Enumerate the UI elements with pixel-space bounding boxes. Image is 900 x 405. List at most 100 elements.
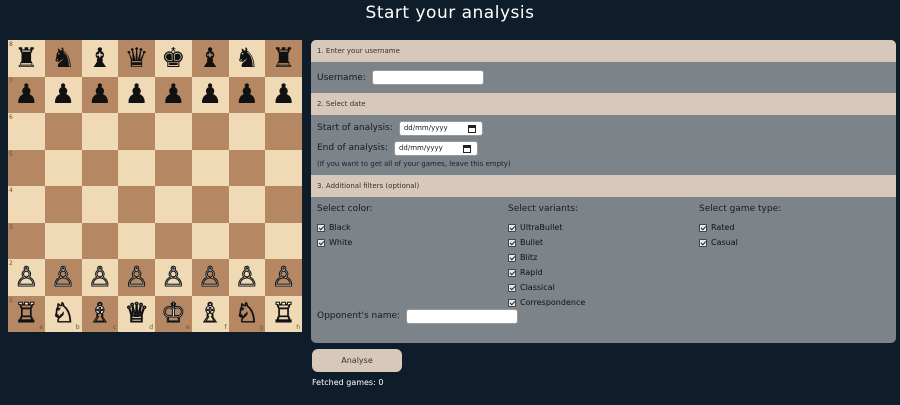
square-a4[interactable]: 4 [8, 186, 45, 223]
square-b2[interactable]: ♙ [44, 259, 82, 296]
square-f8[interactable]: ♝ [191, 40, 229, 77]
chess-piece[interactable]: ♙ [271, 263, 296, 291]
square-f4[interactable] [191, 186, 229, 223]
square-f7[interactable]: ♟ [191, 76, 229, 113]
chess-piece[interactable]: ♘ [51, 300, 76, 328]
chess-piece[interactable]: ♛ [125, 45, 149, 72]
chess-piece[interactable]: ♞ [51, 45, 75, 72]
square-f2[interactable]: ♙ [191, 259, 229, 296]
square-a3[interactable]: 3 [8, 222, 45, 259]
square-g1[interactable]: g ♘ [228, 295, 266, 332]
end-date-input[interactable]: dd/mm/yyyy [393, 140, 478, 156]
square-a2[interactable]: 2 ♙ [8, 259, 45, 296]
color-checkbox[interactable] [317, 238, 325, 247]
color-checkbox[interactable] [317, 223, 325, 232]
square-a1[interactable]: 1 a ♖ [8, 295, 45, 332]
chess-piece[interactable]: ♙ [14, 263, 39, 291]
chess-piece[interactable]: ♝ [88, 45, 112, 72]
chess-piece[interactable]: ♜ [14, 45, 38, 72]
variant-option[interactable]: Correspondence [508, 295, 585, 310]
variant-checkbox[interactable] [508, 283, 516, 292]
chess-piece[interactable]: ♙ [234, 263, 259, 291]
calendar-icon[interactable] [462, 144, 471, 153]
chess-piece[interactable]: ♝ [198, 45, 222, 72]
square-f3[interactable] [191, 222, 229, 259]
chess-piece[interactable]: ♟ [235, 81, 259, 108]
square-g6[interactable] [228, 113, 266, 150]
chess-piece[interactable]: ♟ [125, 81, 149, 108]
variant-checkbox[interactable] [508, 253, 516, 262]
square-h4[interactable] [265, 186, 302, 223]
square-c6[interactable] [81, 113, 119, 150]
chess-piece[interactable]: ♙ [161, 263, 186, 291]
square-c2[interactable]: ♙ [81, 259, 119, 296]
square-g3[interactable] [228, 222, 266, 259]
variant-option[interactable]: Rapid [508, 265, 585, 280]
chess-piece[interactable]: ♗ [87, 300, 112, 328]
square-a7[interactable]: 7 ♟ [8, 76, 45, 113]
square-h2[interactable]: ♙ [265, 259, 302, 296]
square-c4[interactable] [81, 186, 119, 223]
chess-piece[interactable]: ♙ [198, 263, 223, 291]
variant-option[interactable]: Blitz [508, 250, 585, 265]
square-h6[interactable] [265, 113, 302, 150]
square-b7[interactable]: ♟ [44, 76, 82, 113]
game-type-checkbox[interactable] [699, 223, 707, 232]
square-a5[interactable]: 5 [8, 149, 45, 186]
chess-piece[interactable]: ♖ [14, 300, 39, 328]
square-c3[interactable] [81, 222, 119, 259]
square-c5[interactable] [81, 149, 119, 186]
chess-piece[interactable]: ♞ [235, 45, 259, 72]
square-g7[interactable]: ♟ [228, 76, 266, 113]
square-d1[interactable]: d ♕ [118, 295, 155, 332]
chess-piece[interactable]: ♙ [124, 263, 149, 291]
chess-piece[interactable]: ♕ [124, 300, 149, 328]
chess-piece[interactable]: ♜ [272, 45, 296, 72]
chess-piece[interactable]: ♗ [198, 300, 223, 328]
square-h1[interactable]: h ♖ [265, 295, 302, 332]
square-f1[interactable]: f ♗ [191, 295, 229, 332]
square-e2[interactable]: ♙ [155, 259, 192, 296]
chess-piece[interactable]: ♔ [161, 300, 186, 328]
game-type-option[interactable]: Rated [699, 220, 781, 235]
color-option[interactable]: White [317, 235, 373, 250]
square-d3[interactable] [118, 222, 155, 259]
square-e4[interactable] [155, 186, 192, 223]
square-c1[interactable]: c ♗ [81, 295, 119, 332]
variant-checkbox[interactable] [508, 268, 516, 277]
square-b5[interactable] [44, 149, 82, 186]
analyse-button[interactable]: Analyse [312, 349, 402, 372]
chess-piece[interactable]: ♟ [88, 81, 112, 108]
square-h3[interactable] [265, 222, 302, 259]
square-d4[interactable] [118, 186, 155, 223]
square-c8[interactable]: ♝ [81, 40, 119, 77]
square-d8[interactable]: ♛ [118, 40, 155, 77]
square-d5[interactable] [118, 149, 155, 186]
chess-piece[interactable]: ♙ [51, 263, 76, 291]
square-b6[interactable] [44, 113, 82, 150]
square-h7[interactable]: ♟ [265, 76, 302, 113]
square-a8[interactable]: 8 ♜ [8, 40, 45, 77]
variant-checkbox[interactable] [508, 223, 516, 232]
chess-piece[interactable]: ♘ [234, 300, 259, 328]
chess-piece[interactable]: ♟ [161, 81, 185, 108]
color-option[interactable]: Black [317, 220, 373, 235]
square-d6[interactable] [118, 113, 155, 150]
square-d7[interactable]: ♟ [118, 76, 155, 113]
variant-option[interactable]: Bullet [508, 235, 585, 250]
square-e1[interactable]: e ♔ [155, 295, 192, 332]
square-g4[interactable] [228, 186, 266, 223]
square-e7[interactable]: ♟ [155, 76, 192, 113]
variant-checkbox[interactable] [508, 298, 516, 307]
square-e8[interactable]: ♚ [155, 40, 192, 77]
square-b4[interactable] [44, 186, 82, 223]
square-b8[interactable]: ♞ [44, 40, 82, 77]
chess-piece[interactable]: ♖ [271, 300, 296, 328]
chess-piece[interactable]: ♟ [198, 81, 222, 108]
calendar-icon[interactable] [467, 124, 476, 133]
square-e6[interactable] [155, 113, 192, 150]
square-g2[interactable]: ♙ [228, 259, 266, 296]
square-g8[interactable]: ♞ [228, 40, 266, 77]
square-e3[interactable] [155, 222, 192, 259]
square-c7[interactable]: ♟ [81, 76, 119, 113]
